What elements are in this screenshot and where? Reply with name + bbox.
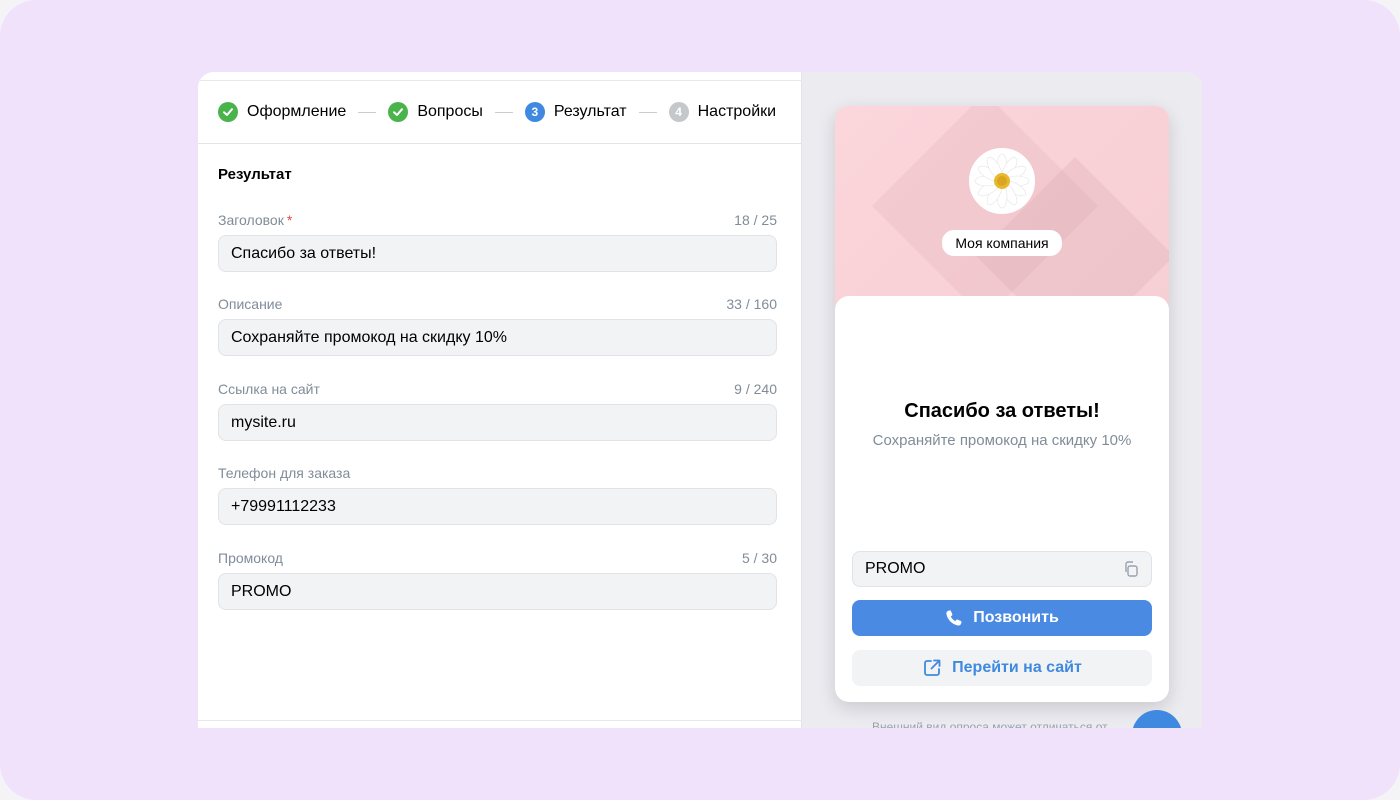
required-mark: * — [286, 212, 293, 228]
promo-code-text: PROMO — [865, 560, 926, 577]
title-field-label: Заголовок * — [218, 212, 293, 228]
phone-field-group: Телефон для заказа +79991112233 — [218, 464, 777, 525]
preview-panel: Моя компания Спасибо за ответы! Сохраняй… — [802, 72, 1202, 728]
step-label: Настройки — [697, 103, 777, 120]
step-separator — [358, 111, 377, 113]
step-questions[interactable]: Вопросы — [388, 102, 483, 122]
title-char-counter: 18 / 25 — [734, 212, 777, 228]
preview-title: Спасибо за ответы! — [904, 400, 1100, 422]
site-field-group: Ссылка на сайт 9 / 240 mysite.ru — [218, 380, 777, 441]
promo-input[interactable]: PROMO — [218, 573, 777, 610]
step-label: Оформление — [247, 103, 347, 120]
background-frame: Оформление Вопросы 3 Результат 4 Настрой… — [0, 0, 1400, 800]
preview-phone: Моя компания Спасибо за ответы! Сохраняй… — [835, 106, 1169, 702]
external-link-icon — [922, 658, 942, 678]
description-input[interactable]: Сохраняйте промокод на скидку 10% — [218, 319, 777, 356]
result-editor-panel: Оформление Вопросы 3 Результат 4 Настрой… — [198, 72, 802, 728]
site-field-label: Ссылка на сайт — [218, 381, 320, 397]
step-number-badge: 3 — [524, 102, 545, 122]
phone-icon — [945, 609, 963, 627]
go-to-site-label: Перейти на сайт — [952, 659, 1082, 676]
section-title: Результат — [218, 166, 292, 183]
go-to-site-button[interactable]: Перейти на сайт — [852, 650, 1152, 686]
step-settings[interactable]: 4 Настройки — [668, 102, 777, 122]
phone-input[interactable]: +79991112233 — [218, 488, 777, 525]
daisy-logo — [969, 148, 1035, 214]
step-design[interactable]: Оформление — [218, 102, 346, 122]
step-number-badge: 4 — [668, 102, 689, 122]
step-separator — [638, 111, 657, 113]
call-button-label: Позвонить — [973, 609, 1059, 626]
description-char-counter: 33 / 160 — [726, 296, 777, 312]
step-result[interactable]: 3 Результат — [524, 102, 627, 122]
site-input[interactable]: mysite.ru — [218, 404, 777, 441]
promo-code-box: PROMO — [852, 551, 1152, 587]
top-divider — [198, 80, 802, 81]
chat-icon[interactable] — [1132, 710, 1182, 728]
description-field-label: Описание — [218, 296, 283, 312]
preview-footnote: Внешний вид опроса может отличаться от — [872, 720, 1108, 728]
editor-window: Оформление Вопросы 3 Результат 4 Настрой… — [198, 72, 1202, 728]
promo-char-counter: 5 / 30 — [741, 550, 777, 566]
phone-field-label: Телефон для заказа — [218, 465, 351, 481]
step-label: Результат — [553, 103, 627, 120]
description-field-group: Описание 33 / 160 Сохраняйте промокод на… — [218, 295, 777, 356]
copy-icon[interactable] — [1123, 561, 1139, 577]
cover-image: Моя компания — [835, 106, 1169, 326]
bottom-divider — [198, 720, 802, 721]
check-icon — [388, 102, 409, 122]
site-char-counter: 9 / 240 — [734, 381, 777, 397]
call-button[interactable]: Позвонить — [852, 600, 1152, 636]
promo-field-label: Промокод — [218, 550, 283, 566]
step-separator — [494, 111, 513, 113]
promo-field-group: Промокод 5 / 30 PROMO — [218, 549, 777, 610]
steps-divider — [198, 143, 802, 144]
steps-nav: Оформление Вопросы 3 Результат 4 Настрой… — [218, 100, 776, 124]
result-card: Спасибо за ответы! Сохраняйте промокод н… — [835, 296, 1169, 702]
company-badge: Моя компания — [835, 230, 1169, 256]
step-label: Вопросы — [417, 103, 483, 120]
title-field-group: Заголовок * 18 / 25 Спасибо за ответы! — [218, 211, 777, 272]
check-icon — [218, 102, 238, 122]
title-input[interactable]: Спасибо за ответы! — [218, 235, 777, 272]
company-name: Моя компания — [942, 230, 1062, 256]
preview-description: Сохраняйте промокод на скидку 10% — [872, 432, 1132, 449]
